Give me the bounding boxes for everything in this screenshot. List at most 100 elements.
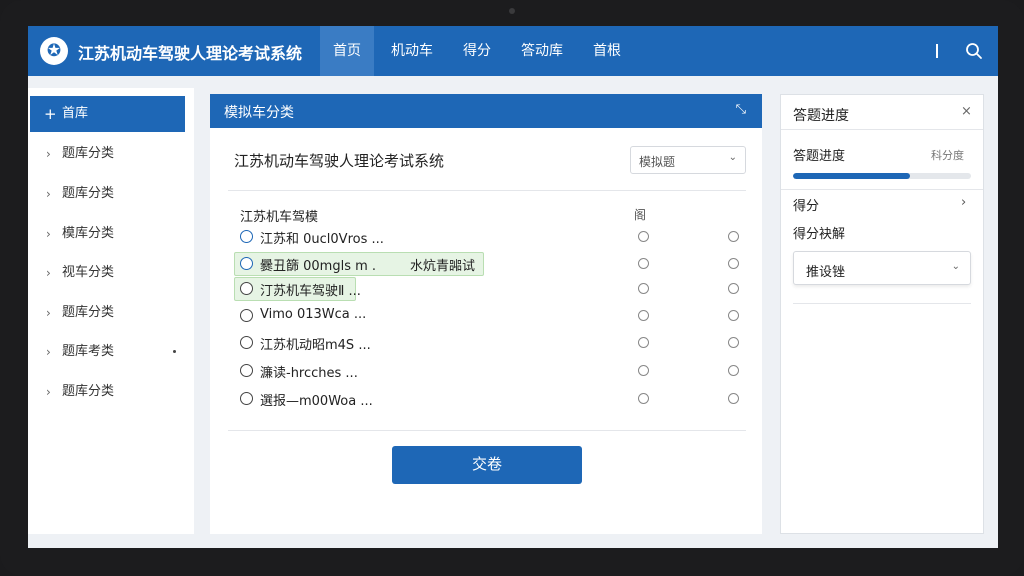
option-radio[interactable] (638, 283, 649, 294)
question-text: 江苏和 0ucl0Vros ... (260, 232, 384, 247)
question-row[interactable]: 江苏机动昭m4S ... (238, 330, 748, 356)
device-bezel: ✪ 江苏机动车驾驶人理论考试系统 首页 机动车 得分 答动库 首根 + 首库 › (0, 0, 1024, 576)
option-radio[interactable] (728, 231, 739, 242)
panel-header: 模拟车分类 ⤡ (210, 94, 762, 128)
option-radio[interactable] (638, 231, 649, 242)
question-row[interactable]: 江苏和 0ucl0Vros ... (238, 224, 748, 250)
app-title: 江苏机动车驾驶人理论考试系统 (78, 44, 303, 63)
collapse-icon[interactable]: ⤡ (736, 102, 746, 117)
option-radio[interactable] (638, 365, 649, 376)
progress-bar (793, 173, 971, 179)
chevron-right-icon: › (46, 266, 51, 280)
radio-button[interactable] (240, 309, 253, 322)
sidebar-item-label: 题库分类 (62, 384, 115, 399)
question-text: Vimo 013Wca ... (260, 307, 367, 322)
radio-button[interactable] (240, 392, 253, 405)
indicator-dot (173, 350, 176, 353)
nav-score[interactable]: 得分 (450, 26, 504, 76)
chevron-right-icon: › (46, 147, 51, 161)
top-nav: 首页 机动车 得分 答动库 首根 (320, 26, 638, 76)
progress-panel: 答题进度 × 答题进度 科分度 得分 › 得分袂解 推设锉 ⌄ (780, 94, 984, 534)
sidebar-item-label: 视车分类 (62, 265, 115, 280)
search-icon[interactable] (965, 42, 983, 60)
divider (781, 189, 983, 190)
divider (228, 190, 746, 191)
radio-button[interactable] (240, 282, 253, 295)
question-extra: 水炕青嘂试 (410, 259, 476, 274)
option-radio[interactable] (638, 310, 649, 321)
option-radio[interactable] (728, 337, 739, 348)
progress-label: 答题进度 (793, 149, 846, 164)
chevron-right-icon[interactable]: › (961, 195, 966, 210)
option-radio[interactable] (728, 283, 739, 294)
nav-home[interactable]: 首页 (320, 26, 374, 76)
option-radio[interactable] (728, 393, 739, 404)
question-row[interactable]: 汀苏机车驾驶Ⅱ ... (234, 276, 748, 302)
option-radio[interactable] (638, 393, 649, 404)
select-value: 推设锉 (806, 265, 846, 280)
progress-panel-title: 答题进度 (793, 108, 849, 124)
exam-panel: 模拟车分类 ⤡ 江苏机动车驾驶人理论考试系统 模拟题 ⌄ 江苏机车驾模 阁 江苏… (210, 94, 762, 534)
nav-library[interactable]: 答动库 (508, 26, 576, 76)
score-select-label: 得分袂解 (793, 227, 846, 242)
chevron-right-icon: › (46, 306, 51, 320)
radio-button[interactable] (240, 336, 253, 349)
question-row[interactable]: 選报—m00Woa ... (238, 386, 748, 412)
question-text: 汀苏机车驾驶Ⅱ ... (260, 284, 361, 299)
sidebar-item-home[interactable]: + 首库 (30, 96, 185, 132)
chevron-right-icon: › (46, 187, 51, 201)
sidebar-item-label: 题库分类 (62, 146, 115, 161)
sidebar-item-label: 模库分类 (62, 226, 115, 241)
chevron-right-icon: › (46, 227, 51, 241)
sidebar-item-category[interactable]: › 题库分类 (28, 176, 194, 212)
sidebar-item-label: 题库考类 (62, 344, 115, 359)
app-screen: ✪ 江苏机动车驾驶人理论考试系统 首页 机动车 得分 答动库 首根 + 首库 › (28, 26, 998, 548)
close-icon[interactable]: × (961, 104, 972, 119)
chevron-down-icon: ⌄ (728, 152, 737, 163)
option-radio[interactable] (638, 258, 649, 269)
sidebar-item-category[interactable]: › 题库考类 (28, 334, 194, 370)
question-row[interactable]: 濂读-hrcches ... (238, 358, 748, 384)
sidebar: + 首库 › 题库分类 › 题库分类 › 模库分类 › 视车分类 › 题库分类 (28, 88, 194, 534)
divider (228, 430, 746, 431)
chevron-right-icon: › (46, 345, 51, 359)
plus-icon: + (44, 105, 57, 123)
option-radio[interactable] (638, 337, 649, 348)
sidebar-item-category[interactable]: › 视车分类 (28, 255, 194, 291)
exam-title: 江苏机动车驾驶人理论考试系统 (234, 152, 445, 170)
option-radio[interactable] (728, 310, 739, 321)
question-title: 江苏机车驾模 (240, 210, 319, 225)
header-divider (936, 44, 938, 58)
progress-hint: 科分度 (931, 149, 964, 162)
radio-button[interactable] (240, 257, 253, 270)
question-text: 爨丑篩 00mgls m . (260, 259, 377, 274)
sidebar-item-category[interactable]: › 题库分类 (28, 295, 194, 331)
chevron-down-icon: ⌄ (951, 261, 960, 272)
nav-vehicle[interactable]: 机动车 (378, 26, 446, 76)
score-label: 得分 (793, 199, 820, 214)
question-row[interactable]: Vimo 013Wca ... (238, 303, 748, 329)
progress-fill (793, 173, 911, 179)
column-header: 阁 (634, 208, 647, 222)
sidebar-item-category[interactable]: › 题库分类 (28, 136, 194, 172)
logo-icon: ✪ (40, 37, 68, 65)
top-header: ✪ 江苏机动车驾驶人理论考试系统 首页 机动车 得分 答动库 首根 (28, 26, 998, 76)
sidebar-item-category[interactable]: › 模库分类 (28, 216, 194, 252)
divider (793, 303, 971, 304)
radio-button[interactable] (240, 364, 253, 377)
question-text: 濂读-hrcches ... (260, 366, 358, 381)
nav-more[interactable]: 首根 (580, 26, 634, 76)
sidebar-item-label: 首库 (62, 106, 89, 121)
exam-type-select[interactable]: 模拟题 ⌄ (630, 146, 746, 174)
question-text: 江苏机动昭m4S ... (260, 338, 371, 353)
radio-button[interactable] (240, 230, 253, 243)
sidebar-item-category[interactable]: › 题库分类 (28, 374, 194, 410)
sidebar-item-label: 题库分类 (62, 305, 115, 320)
option-radio[interactable] (728, 258, 739, 269)
question-row[interactable]: 爨丑篩 00mgls m . 水炕青嘂试 (234, 251, 748, 277)
option-radio[interactable] (728, 365, 739, 376)
select-value: 模拟题 (639, 155, 676, 169)
submit-button[interactable]: 交卷 (392, 446, 582, 484)
question-text: 選报—m00Woa ... (260, 394, 373, 409)
score-select[interactable]: 推设锉 ⌄ (793, 251, 971, 285)
